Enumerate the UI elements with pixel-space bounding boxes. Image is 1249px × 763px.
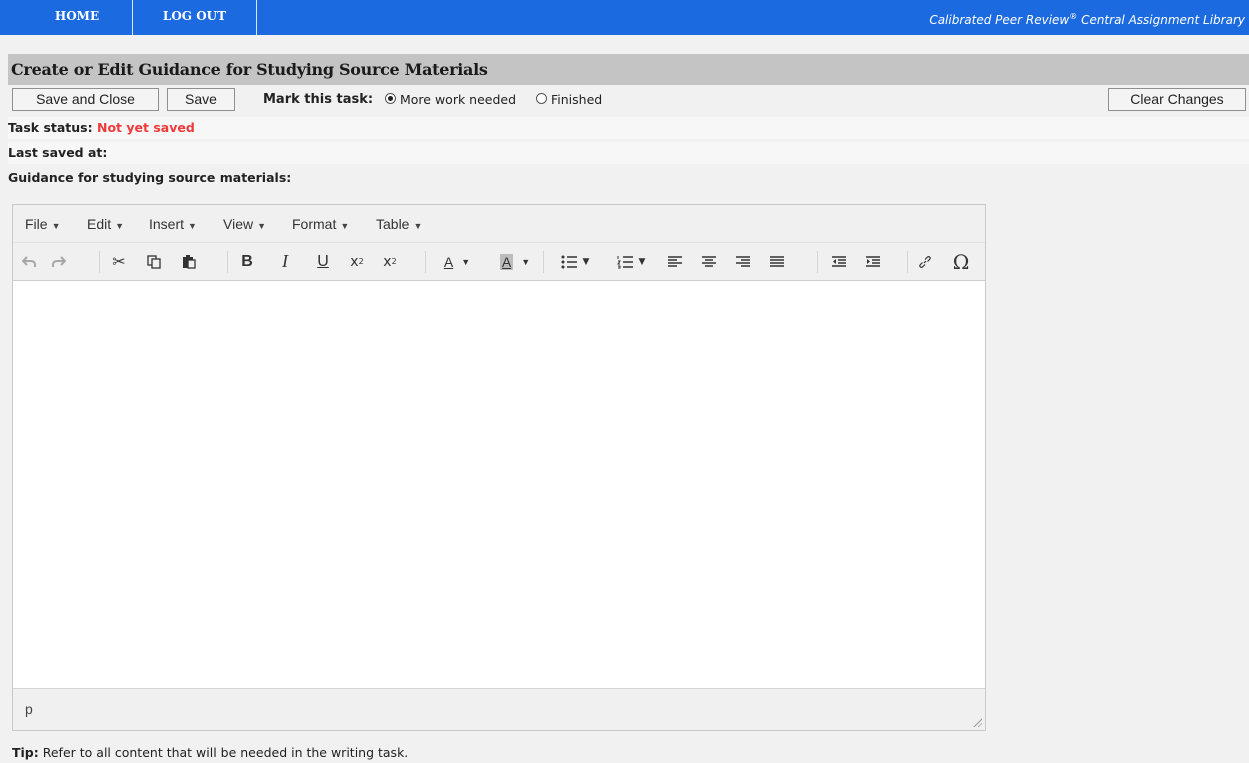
action-row: Save and Close Save Mark this task: More…	[8, 85, 1249, 115]
top-nav-bar: HOME LOG OUT Calibrated Peer Review® Cen…	[0, 0, 1249, 35]
tip-label: Tip:	[12, 745, 39, 760]
last-saved-label: Last saved at:	[8, 145, 108, 160]
align-justify-icon[interactable]	[763, 243, 791, 280]
page-title: Create or Edit Guidance for Studying Sou…	[11, 60, 488, 79]
editor-toolbar: ✂ B I U x2 x2 A ▼ A ▼ ▼ ▼ Ω	[13, 243, 985, 281]
bold-icon[interactable]: B	[233, 243, 261, 280]
text-color-icon[interactable]: A ▼	[433, 243, 481, 280]
rich-text-editor: File ▼ Edit ▼ Insert ▼ View ▼ Format ▼ Table ▼…	[12, 204, 986, 731]
background-color-icon[interactable]: A ▼	[491, 243, 539, 280]
chevron-down-icon: ▼	[340, 221, 350, 231]
element-path[interactable]: p	[25, 689, 33, 729]
menu-edit[interactable]: Edit ▼	[87, 205, 124, 245]
menu-view[interactable]: View ▼	[223, 205, 266, 245]
nav-divider	[256, 0, 257, 35]
redo-icon[interactable]	[45, 243, 73, 280]
chevron-down-icon: ▼	[188, 221, 197, 231]
guidance-label-row: Guidance for studying source materials:	[8, 167, 1249, 189]
chevron-down-icon: ▼	[51, 221, 61, 231]
save-and-close-button[interactable]: Save and Close	[12, 88, 159, 111]
superscript-icon[interactable]: x2	[376, 243, 404, 280]
last-saved-row: Last saved at:	[8, 142, 1249, 164]
chevron-down-icon: ▼	[115, 221, 125, 231]
task-status-row: Task status: Not yet saved	[8, 117, 1249, 139]
editor-status-bar: p	[13, 688, 985, 730]
brand-text: Calibrated Peer Review® Central Assignme…	[929, 12, 1245, 27]
menu-table[interactable]: Table ▼	[376, 205, 422, 245]
editor-content-area[interactable]	[13, 281, 985, 690]
copy-icon[interactable]	[140, 243, 168, 280]
task-status-label: Task status:	[8, 120, 93, 135]
align-center-icon[interactable]	[695, 243, 723, 280]
outdent-icon[interactable]	[825, 243, 853, 280]
link-icon[interactable]	[911, 243, 939, 280]
more-work-needed-label[interactable]: More work needed	[400, 85, 516, 115]
italic-icon[interactable]: I	[271, 243, 299, 280]
cut-icon[interactable]: ✂	[105, 243, 133, 280]
toolbar-divider	[817, 251, 818, 273]
mark-task-label: Mark this task:	[263, 92, 374, 107]
toolbar-divider	[543, 251, 544, 273]
align-right-icon[interactable]	[729, 243, 757, 280]
finished-label[interactable]: Finished	[551, 85, 602, 115]
numbered-list-icon[interactable]: ▼	[607, 243, 655, 280]
chevron-down-icon: ▼	[413, 221, 423, 231]
toolbar-divider	[425, 251, 426, 273]
toolbar-divider	[907, 251, 908, 273]
menu-format[interactable]: Format ▼	[292, 205, 349, 245]
toolbar-divider	[99, 251, 100, 273]
indent-icon[interactable]	[859, 243, 887, 280]
menu-file[interactable]: File ▼	[25, 205, 60, 245]
task-status-value: Not yet saved	[96, 120, 195, 135]
tip-body: Refer to all content that will be needed…	[38, 745, 409, 760]
logout-link[interactable]: LOG OUT	[133, 0, 256, 35]
clear-changes-button[interactable]: Clear Changes	[1108, 88, 1246, 111]
bullet-list-icon[interactable]: ▼	[551, 243, 599, 280]
subscript-icon[interactable]: x2	[343, 243, 371, 280]
undo-icon[interactable]	[15, 243, 43, 280]
paste-icon[interactable]	[175, 243, 203, 280]
menu-insert[interactable]: Insert ▼	[149, 205, 197, 245]
guidance-label: Guidance for studying source materials:	[8, 170, 292, 185]
save-button[interactable]: Save	[167, 88, 235, 111]
tip-text: Tip: Refer to all content that will be n…	[12, 743, 408, 763]
home-link[interactable]: HOME	[22, 0, 132, 35]
underline-icon[interactable]: U	[309, 243, 337, 280]
chevron-down-icon: ▼	[257, 221, 267, 231]
special-character-icon[interactable]: Ω	[947, 243, 975, 280]
align-left-icon[interactable]	[661, 243, 689, 280]
more-work-needed-radio[interactable]	[385, 93, 396, 104]
resize-handle-icon[interactable]	[972, 717, 982, 727]
editor-menu-bar: File ▼ Edit ▼ Insert ▼ View ▼ Format ▼ Table ▼	[13, 205, 985, 243]
title-bar: Create or Edit Guidance for Studying Sou…	[8, 54, 1249, 85]
finished-radio[interactable]	[536, 93, 547, 104]
toolbar-divider	[227, 251, 228, 273]
